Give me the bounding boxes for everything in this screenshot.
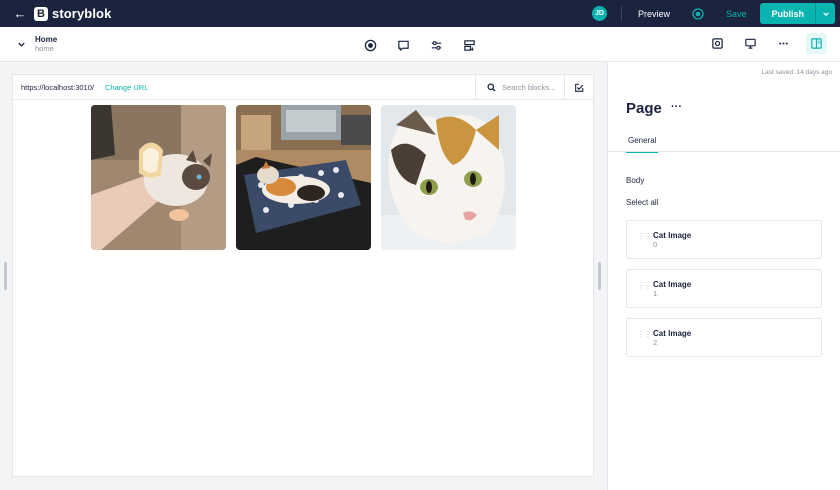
block-index: 2: [653, 338, 658, 347]
change-url-link[interactable]: Change URL: [105, 83, 148, 92]
cat-image-0[interactable]: [91, 105, 226, 250]
user-avatar[interactable]: JD: [591, 6, 607, 21]
drag-handle-icon[interactable]: ⋮⋮: [637, 282, 652, 290]
story-toolbar: Home home: [0, 27, 840, 62]
more-horizontal-icon: [779, 42, 788, 45]
right-resize-handle[interactable]: [598, 262, 601, 290]
layout-icon: [464, 40, 475, 51]
config-button[interactable]: [426, 35, 447, 56]
search-blocks-input[interactable]: Search blocks...: [475, 75, 565, 100]
block-name: Cat Image: [653, 329, 692, 338]
block-item[interactable]: ⋮⋮ Cat Image 1: [626, 269, 822, 308]
drag-handle-icon[interactable]: ⋮⋮: [637, 233, 652, 241]
preview-frame: https://localhost:3010/ Change URL Searc…: [12, 74, 594, 477]
cat-photo-2: [381, 105, 516, 250]
story-switcher-button[interactable]: [15, 38, 27, 50]
chevron-down-icon: [822, 11, 829, 16]
block-index: 1: [653, 289, 658, 298]
last-saved-text: Last saved: 14 days ago: [761, 69, 832, 76]
block-name: Cat Image: [653, 231, 692, 240]
back-button[interactable]: ←: [9, 0, 31, 27]
record-icon: [364, 39, 377, 52]
body-field-label: Body: [626, 176, 645, 185]
storyblok-logo: B storyblok: [34, 6, 111, 21]
panel-title: Page: [626, 100, 662, 117]
visual-editor-button[interactable]: [707, 33, 728, 54]
preview-url: https://localhost:3010/: [21, 83, 94, 92]
chevron-down-icon: [17, 42, 25, 47]
block-item[interactable]: ⋮⋮ Cat Image 0: [626, 220, 822, 259]
cat-image-1[interactable]: [236, 105, 371, 250]
topbar-divider: [620, 6, 622, 21]
left-resize-handle[interactable]: [4, 262, 7, 290]
frame-icon: [712, 38, 723, 49]
search-icon: [487, 83, 496, 92]
publish-button[interactable]: Publish: [760, 3, 815, 24]
publish-options-button[interactable]: [815, 3, 835, 24]
target-icon[interactable]: [692, 7, 704, 20]
device-preview-button[interactable]: [740, 33, 761, 54]
sidebar-icon: [811, 38, 822, 49]
content-panel: Last saved: 14 days ago Page ··· General…: [607, 62, 840, 490]
block-item[interactable]: ⋮⋮ Cat Image 2: [626, 318, 822, 357]
tabs-divider: [608, 151, 840, 152]
cat-photo-1: [236, 105, 371, 250]
schema-button[interactable]: [459, 35, 480, 56]
status-button[interactable]: [360, 35, 381, 56]
cat-image-2[interactable]: [381, 105, 516, 250]
panel-more-button[interactable]: ···: [671, 101, 682, 113]
sliders-icon: [431, 41, 442, 50]
search-placeholder: Search blocks...: [502, 83, 556, 92]
toggle-panel-button[interactable]: [806, 33, 827, 54]
drag-handle-icon[interactable]: ⋮⋮: [637, 331, 652, 339]
comment-icon: [398, 40, 409, 51]
monitor-icon: [745, 38, 756, 49]
top-bar: ← B storyblok JD Preview Save Publish: [0, 0, 840, 27]
edit-check-icon: [575, 83, 584, 92]
save-button[interactable]: Save: [726, 9, 747, 19]
url-bar: https://localhost:3010/ Change URL Searc…: [13, 75, 593, 100]
preview-button[interactable]: Preview: [638, 9, 670, 19]
logo-mark: B: [34, 6, 48, 21]
story-title: Home: [35, 35, 58, 44]
cat-photo-0: [91, 105, 226, 250]
story-slug: home: [35, 44, 54, 53]
arrow-left-icon: ←: [13, 6, 27, 21]
edit-mode-button[interactable]: [564, 75, 593, 100]
block-name: Cat Image: [653, 280, 692, 289]
block-index: 0: [653, 240, 658, 249]
logo-text: storyblok: [52, 6, 112, 21]
more-options-button[interactable]: [773, 33, 794, 54]
select-all-button[interactable]: Select all: [626, 198, 658, 207]
comments-button[interactable]: [393, 35, 414, 56]
